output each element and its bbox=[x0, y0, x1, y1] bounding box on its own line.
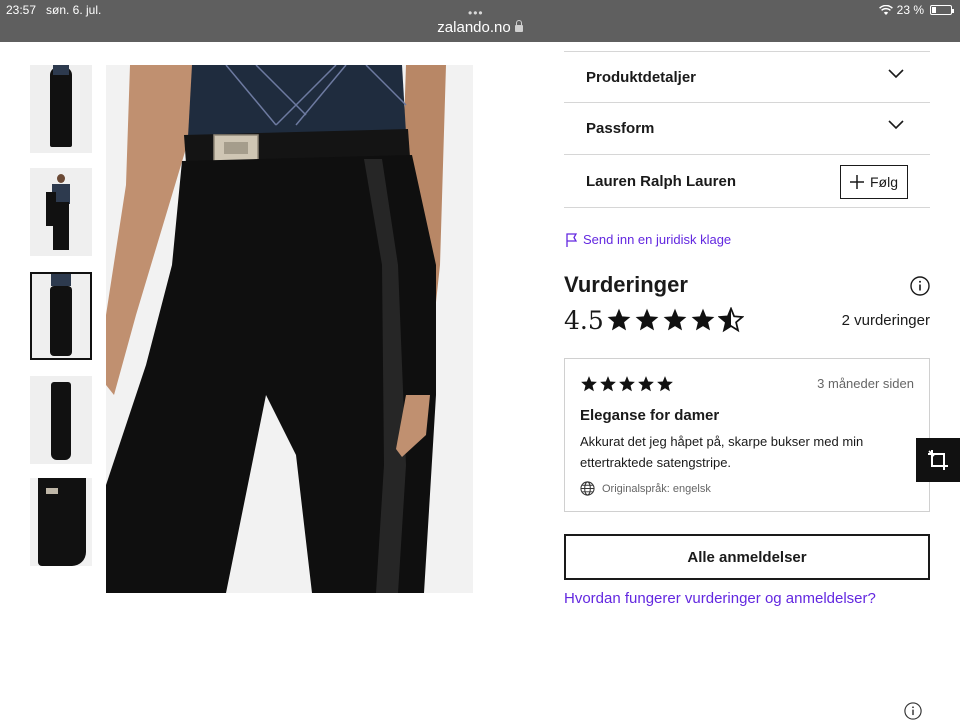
star-filled-icon bbox=[635, 308, 659, 331]
thumbnail-5[interactable] bbox=[30, 478, 92, 566]
thumbnail-2[interactable] bbox=[30, 168, 92, 256]
star-half-icon bbox=[718, 307, 744, 333]
chevron-down-icon bbox=[888, 120, 904, 130]
star-filled-icon bbox=[657, 376, 673, 392]
plus-icon bbox=[850, 175, 864, 189]
star-filled-icon bbox=[638, 376, 654, 392]
crop-screenshot-button[interactable] bbox=[916, 438, 960, 482]
status-date: søn. 6. jul. bbox=[46, 3, 102, 17]
url-text: zalando.no bbox=[437, 19, 511, 36]
browser-status-bar: 23:57 søn. 6. jul. ••• 23 % zalando.no bbox=[0, 0, 960, 42]
address-bar[interactable]: zalando.no bbox=[0, 19, 960, 36]
status-time: 23:57 bbox=[6, 3, 37, 17]
legal-complaint-link[interactable]: Send inn en juridisk klage bbox=[566, 232, 731, 247]
status-indicators: 23 % bbox=[878, 3, 954, 17]
rating-count: 2 vurderinger bbox=[841, 312, 930, 329]
accordion-product-details[interactable]: Produktdetaljer bbox=[564, 51, 930, 103]
review-time: 3 måneder siden bbox=[817, 376, 914, 391]
star-filled-icon bbox=[607, 308, 631, 331]
review-title: Eleganse for damer bbox=[580, 407, 720, 424]
star-filled-icon bbox=[581, 376, 597, 392]
legal-complaint-label: Send inn en juridisk klage bbox=[583, 232, 732, 247]
product-main-image[interactable] bbox=[106, 65, 473, 593]
brand-name: Lauren Ralph Lauren bbox=[586, 172, 737, 190]
accordion-fit-label: Passform bbox=[586, 120, 655, 137]
star-filled-icon bbox=[663, 308, 687, 331]
product-photo bbox=[106, 65, 473, 593]
star-filled-icon bbox=[600, 376, 616, 392]
info-icon-bottom[interactable] bbox=[904, 702, 922, 720]
rating-stars bbox=[606, 307, 744, 333]
battery-percent: 23 % bbox=[896, 3, 924, 17]
thumbnail-1[interactable] bbox=[30, 65, 92, 153]
rating-score: 4.5 bbox=[564, 306, 604, 335]
chevron-down-icon bbox=[888, 69, 904, 79]
review-stars bbox=[580, 375, 674, 393]
more-dots-icon[interactable]: ••• bbox=[468, 6, 484, 20]
how-ratings-work-link[interactable]: Hvordan fungerer vurderinger og anmeldel… bbox=[564, 590, 876, 607]
review-card: 3 måneder siden Eleganse for damer Akkur… bbox=[564, 358, 930, 512]
battery-icon bbox=[930, 5, 954, 15]
star-filled-icon bbox=[691, 308, 715, 331]
all-reviews-button[interactable]: Alle anmeldelser bbox=[564, 534, 930, 580]
follow-label: Følg bbox=[870, 174, 898, 190]
accordion-product-details-label: Produktdetaljer bbox=[586, 68, 697, 86]
crop-icon bbox=[928, 450, 948, 470]
accordion-fit[interactable]: Passform bbox=[564, 103, 930, 155]
wifi-icon bbox=[878, 4, 893, 15]
review-body: Akkurat det jeg håpet på, skarpe bukser … bbox=[580, 434, 864, 470]
star-filled-icon bbox=[619, 376, 635, 392]
review-language: Originalspråk: engelsk bbox=[580, 481, 711, 496]
info-icon[interactable] bbox=[910, 276, 930, 296]
lock-icon bbox=[514, 20, 523, 32]
flag-icon bbox=[566, 232, 577, 247]
ratings-heading: Vurderinger bbox=[564, 272, 688, 297]
thumbnail-4[interactable] bbox=[30, 376, 92, 464]
brand-row: Lauren Ralph Lauren Følg bbox=[564, 155, 930, 208]
globe-icon bbox=[580, 481, 595, 496]
thumbnail-3-selected[interactable] bbox=[30, 272, 92, 360]
review-language-label: Originalspråk: engelsk bbox=[602, 482, 711, 495]
follow-brand-button[interactable]: Følg bbox=[840, 165, 908, 199]
